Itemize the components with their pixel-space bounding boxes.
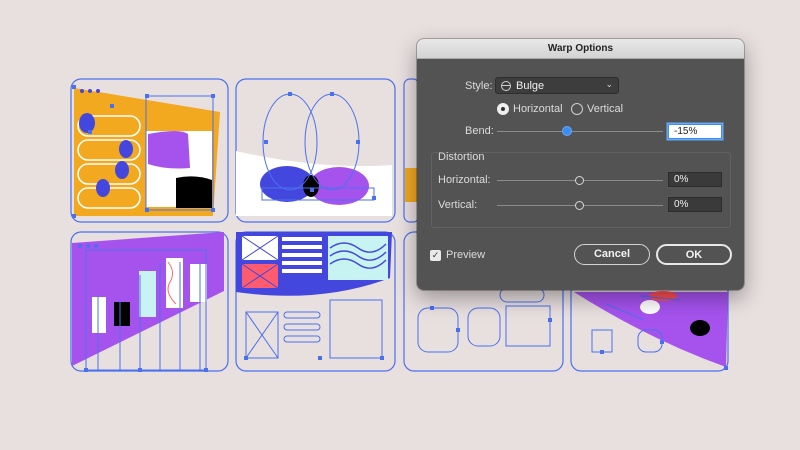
- illustration-ellipses[interactable]: [236, 151, 392, 216]
- bend-slider-track[interactable]: [497, 131, 663, 132]
- style-value: Bulge: [516, 80, 545, 92]
- illustration-purple-chart[interactable]: [72, 232, 224, 366]
- illustration-purple-warp[interactable]: [574, 291, 728, 367]
- bend-label: Bend:: [465, 125, 494, 137]
- vertical-radio-label[interactable]: Vertical: [587, 103, 623, 115]
- distortion-vertical-thumb[interactable]: [575, 201, 584, 210]
- cancel-button[interactable]: Cancel: [574, 244, 650, 265]
- horizontal-radio-label[interactable]: Horizontal: [513, 103, 563, 115]
- distortion-title: Distortion: [438, 151, 485, 163]
- vertical-radio[interactable]: [571, 103, 583, 115]
- bend-slider-thumb[interactable]: [562, 126, 572, 136]
- style-label: Style:: [465, 80, 493, 92]
- distortion-horizontal-field[interactable]: 0%: [668, 172, 722, 187]
- distortion-vertical-field[interactable]: 0%: [668, 197, 722, 212]
- distortion-horizontal-label: Horizontal:: [438, 174, 491, 186]
- ok-button[interactable]: OK: [656, 244, 732, 265]
- bulge-icon: [501, 81, 511, 91]
- style-dropdown[interactable]: Bulge ⌄: [495, 77, 619, 94]
- horizontal-radio[interactable]: [497, 103, 509, 115]
- chevron-down-icon: ⌄: [605, 79, 613, 89]
- distortion-horizontal-thumb[interactable]: [575, 176, 584, 185]
- warp-options-dialog[interactable]: Warp Options Style: Bulge ⌄ Horizontal V…: [417, 39, 744, 290]
- dialog-title[interactable]: Warp Options: [417, 39, 744, 59]
- bend-value-field[interactable]: -15%: [668, 124, 722, 139]
- illustration-orange-panel[interactable]: [74, 88, 220, 216]
- preview-label[interactable]: Preview: [446, 249, 485, 261]
- preview-checkbox[interactable]: ✓: [430, 250, 441, 261]
- illustration-indigo-layout[interactable]: [236, 232, 392, 296]
- distortion-group: [431, 152, 731, 228]
- distortion-vertical-label: Vertical:: [438, 199, 478, 211]
